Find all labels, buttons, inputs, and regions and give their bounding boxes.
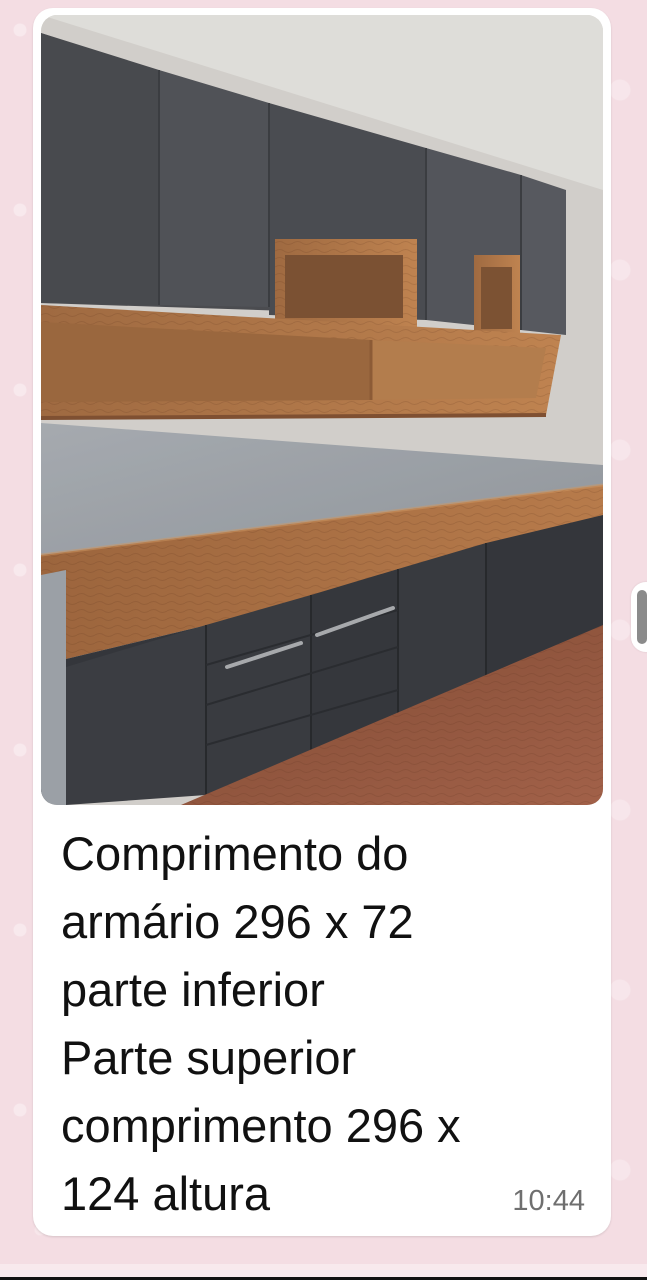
message-text-line: Parte superior: [61, 1031, 357, 1084]
message-time: 10:44: [512, 1185, 585, 1217]
cabinet-photo[interactable]: [41, 15, 603, 805]
message-bubble[interactable]: Comprimento do armário 296 x 72 parte in…: [33, 8, 611, 1236]
message-text-line: parte inferior: [61, 963, 325, 1016]
adjacent-message-edge[interactable]: [631, 582, 647, 652]
message-text-line: armário 296 x 72: [61, 895, 414, 948]
message-text-line: comprimento 296 x: [61, 1099, 461, 1152]
message-text: Comprimento do armário 296 x 72 parte in…: [61, 820, 591, 1228]
bottom-edge: [0, 1264, 647, 1280]
message-text-line: Comprimento do: [61, 827, 409, 880]
message-photo[interactable]: [41, 15, 603, 805]
